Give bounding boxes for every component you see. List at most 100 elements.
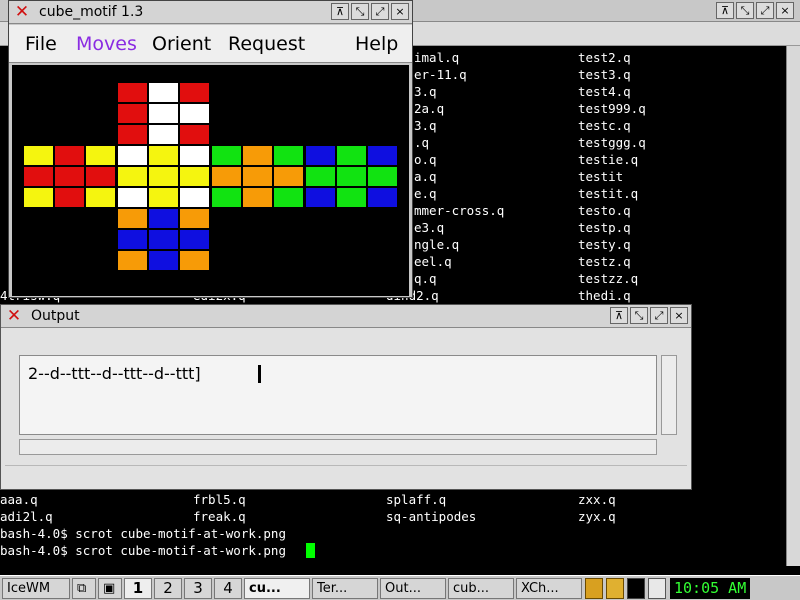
cube-sticker-back[interactable]: [368, 188, 397, 207]
cube-sticker-down[interactable]: [149, 230, 178, 249]
cube-sticker-front[interactable]: [149, 146, 178, 165]
cube-sticker-left[interactable]: [24, 188, 53, 207]
menu-orient[interactable]: Orient: [152, 33, 211, 55]
cpu-monitor-icon[interactable]: [627, 577, 645, 599]
cube-sticker-front[interactable]: [118, 146, 147, 165]
menu-moves[interactable]: Moves: [76, 33, 137, 55]
cube-sticker-down[interactable]: [149, 209, 178, 228]
task-cube-motif[interactable]: cub...: [448, 577, 514, 599]
workspace-2[interactable]: 2: [154, 577, 182, 599]
close-x-icon[interactable]: ✕: [5, 307, 23, 325]
cube-sticker-up[interactable]: [118, 83, 147, 102]
cube-sticker-right[interactable]: [274, 188, 303, 207]
workspace-3[interactable]: 3: [184, 577, 212, 599]
cube-sticker-down[interactable]: [180, 251, 209, 270]
workspace-1[interactable]: 1: [124, 577, 152, 599]
cube-sticker-right[interactable]: [212, 188, 241, 207]
output-window-titlebar[interactable]: ✕ Output ⊼ ⤡ ⤢ ×: [1, 305, 691, 328]
cube-sticker-front[interactable]: [118, 188, 147, 207]
cube-sticker-front[interactable]: [180, 167, 209, 186]
cube-sticker-back[interactable]: [368, 167, 397, 186]
minimize-icon[interactable]: ⤡: [351, 3, 369, 20]
cube-sticker-left[interactable]: [86, 146, 115, 165]
task-cube[interactable]: cu...: [244, 577, 310, 599]
cube-sticker-left[interactable]: [24, 146, 53, 165]
cube-sticker-up[interactable]: [180, 104, 209, 123]
close-icon[interactable]: ×: [670, 307, 688, 324]
clipboard-icon[interactable]: [585, 577, 603, 599]
minimize-icon[interactable]: ⤡: [630, 307, 648, 324]
window-list-icon[interactable]: ⧉: [72, 577, 96, 599]
cube-sticker-down[interactable]: [118, 230, 147, 249]
output-vertical-scrollbar[interactable]: [661, 355, 677, 435]
close-icon[interactable]: ×: [776, 2, 794, 19]
cube-sticker-left[interactable]: [86, 167, 115, 186]
cube-sticker-back[interactable]: [306, 167, 335, 186]
pin-icon[interactable]: ⊼: [610, 307, 628, 324]
start-button[interactable]: IceWM: [2, 577, 70, 599]
menu-help[interactable]: Help: [355, 33, 398, 55]
pin-icon[interactable]: ⊼: [331, 3, 349, 20]
cube-sticker-back[interactable]: [337, 188, 366, 207]
cube-sticker-front[interactable]: [149, 167, 178, 186]
terminal-scrollbar[interactable]: [786, 46, 800, 566]
clock[interactable]: 10:05 AM: [670, 577, 751, 599]
cube-sticker-right[interactable]: [243, 146, 272, 165]
cube-sticker-left[interactable]: [86, 188, 115, 207]
cube-sticker-up[interactable]: [118, 125, 147, 144]
task-terminal[interactable]: Ter...: [312, 577, 378, 599]
output-text-area[interactable]: 2--d--ttt--d--ttt--d--ttt]: [19, 355, 657, 435]
show-desktop-icon[interactable]: ▣: [98, 577, 122, 599]
cube-sticker-right[interactable]: [274, 146, 303, 165]
terminal-file-entry: testp.q: [578, 220, 631, 235]
cube-sticker-right[interactable]: [212, 167, 241, 186]
cube-sticker-right[interactable]: [243, 167, 272, 186]
close-x-icon[interactable]: ✕: [13, 3, 31, 21]
output-horizontal-scrollbar[interactable]: [19, 439, 657, 455]
cube-sticker-up[interactable]: [180, 125, 209, 144]
workspace-4[interactable]: 4: [214, 577, 242, 599]
minimize-icon[interactable]: ⤡: [736, 2, 754, 19]
cube-sticker-right[interactable]: [243, 188, 272, 207]
cube-sticker-up[interactable]: [149, 104, 178, 123]
cube-sticker-down[interactable]: [149, 251, 178, 270]
cube-sticker-right[interactable]: [274, 167, 303, 186]
menu-file[interactable]: File: [25, 33, 57, 55]
cube-sticker-up[interactable]: [118, 104, 147, 123]
close-icon[interactable]: ×: [391, 3, 409, 20]
maximize-icon[interactable]: ⤢: [650, 307, 668, 324]
menu-request[interactable]: Request: [228, 33, 305, 55]
task-output[interactable]: Out...: [380, 577, 446, 599]
cube-sticker-down[interactable]: [180, 209, 209, 228]
cube-sticker-right[interactable]: [212, 146, 241, 165]
cube-sticker-back[interactable]: [306, 146, 335, 165]
cube-net-canvas[interactable]: [12, 65, 409, 296]
cube-sticker-back[interactable]: [306, 188, 335, 207]
cube-sticker-front[interactable]: [180, 188, 209, 207]
cube-sticker-left[interactable]: [55, 188, 84, 207]
cube-sticker-left[interactable]: [55, 167, 84, 186]
cube-sticker-down[interactable]: [118, 251, 147, 270]
cube-sticker-down[interactable]: [118, 209, 147, 228]
cube-sticker-back[interactable]: [368, 146, 397, 165]
cube-motif-window[interactable]: ✕ cube_motif 1.3 ⊼ ⤡ ⤢ × File Moves Orie…: [8, 0, 413, 298]
task-xchat[interactable]: XCh...: [516, 577, 582, 599]
maximize-icon[interactable]: ⤢: [371, 3, 389, 20]
tools-icon[interactable]: [606, 577, 624, 599]
cube-sticker-front[interactable]: [149, 188, 178, 207]
pin-icon[interactable]: ⊼: [716, 2, 734, 19]
output-window[interactable]: ✕ Output ⊼ ⤡ ⤢ × 2--d--ttt--d--ttt--d--t…: [0, 304, 692, 490]
cube-sticker-front[interactable]: [118, 167, 147, 186]
cube-sticker-down[interactable]: [180, 230, 209, 249]
cube-sticker-left[interactable]: [55, 146, 84, 165]
cube-sticker-back[interactable]: [337, 146, 366, 165]
cube-sticker-up[interactable]: [149, 125, 178, 144]
cube-sticker-front[interactable]: [180, 146, 209, 165]
cube-sticker-back[interactable]: [337, 167, 366, 186]
maximize-icon[interactable]: ⤢: [756, 2, 774, 19]
mail-icon[interactable]: [648, 577, 666, 599]
cube-window-titlebar[interactable]: ✕ cube_motif 1.3 ⊼ ⤡ ⤢ ×: [9, 1, 412, 24]
cube-sticker-up[interactable]: [149, 83, 178, 102]
cube-sticker-up[interactable]: [180, 83, 209, 102]
cube-sticker-left[interactable]: [24, 167, 53, 186]
